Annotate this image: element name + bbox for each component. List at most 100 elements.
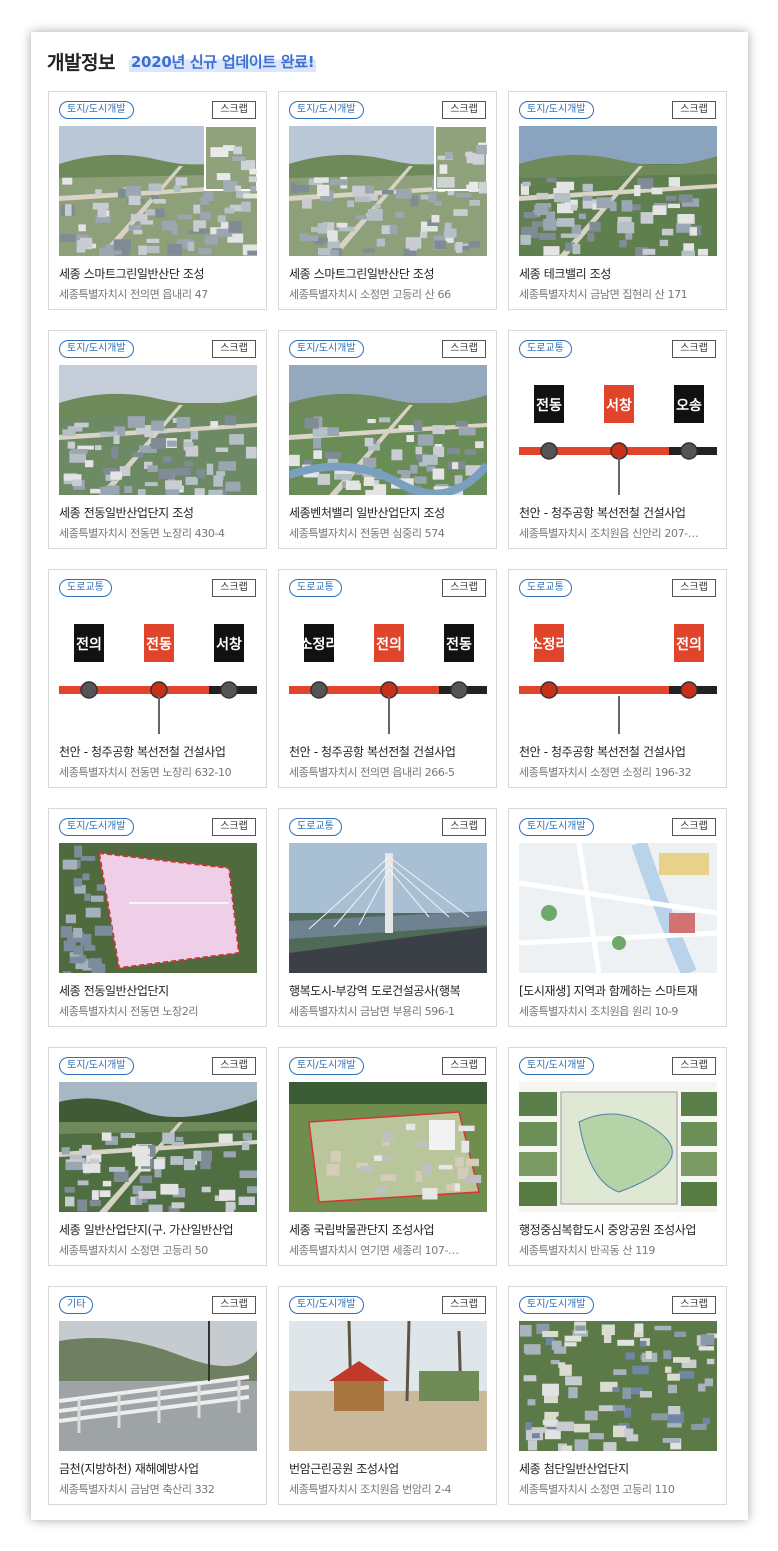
scrap-button[interactable]: 스크랩: [672, 1057, 716, 1075]
category-badge[interactable]: 기타: [59, 1296, 94, 1314]
project-thumbnail[interactable]: [289, 1082, 487, 1212]
project-card[interactable]: 도로교통 스크랩 행복도시-부강역 도로건설공사(행복 세종특별자치시 금남면 부용리…: [278, 808, 497, 1027]
project-title[interactable]: 금천(지방하천) 재해예방사업: [59, 1460, 259, 1477]
project-title[interactable]: 세종 국립박물관단지 조성사업: [289, 1221, 489, 1238]
scrap-button[interactable]: 스크랩: [212, 579, 256, 597]
project-title[interactable]: 세종 테크밸리 조성: [519, 265, 719, 282]
project-thumbnail[interactable]: [519, 126, 717, 256]
scrap-button[interactable]: 스크랩: [212, 340, 256, 358]
thumbnail-image[interactable]: [59, 126, 257, 256]
project-thumbnail[interactable]: [519, 1082, 717, 1212]
scrap-button[interactable]: 스크랩: [442, 579, 486, 597]
scrap-button[interactable]: 스크랩: [212, 818, 256, 836]
project-thumbnail[interactable]: [59, 1082, 257, 1212]
scrap-button[interactable]: 스크랩: [442, 818, 486, 836]
thumbnail-image[interactable]: [289, 365, 487, 495]
project-thumbnail[interactable]: [289, 126, 487, 256]
project-thumbnail[interactable]: [289, 365, 487, 495]
category-badge[interactable]: 토지/도시개발: [289, 340, 364, 358]
project-title[interactable]: 천안 - 청주공항 복선전철 건설사업: [289, 743, 489, 760]
category-badge[interactable]: 토지/도시개발: [519, 1296, 594, 1314]
project-card[interactable]: 기타 스크랩 금천(지방하천) 재해예방사업 세종특별자치시 금남면 축산리 332: [48, 1286, 267, 1505]
category-badge[interactable]: 토지/도시개발: [289, 101, 364, 119]
project-card[interactable]: 도로교통 스크랩 소정리 전의 전동 천안 - 청주공항 복선전철 건설사업 세종특별자치시…: [278, 569, 497, 788]
scrap-button[interactable]: 스크랩: [442, 1296, 486, 1314]
project-thumbnail[interactable]: [59, 1321, 257, 1451]
project-title[interactable]: [도시재생] 지역과 함께하는 스마트재: [519, 982, 719, 999]
scrap-button[interactable]: 스크랩: [672, 579, 716, 597]
category-badge[interactable]: 도로교통: [59, 579, 112, 597]
category-badge[interactable]: 도로교통: [519, 340, 572, 358]
scrap-button[interactable]: 스크랩: [442, 101, 486, 119]
scrap-button[interactable]: 스크랩: [672, 1296, 716, 1314]
project-thumbnail[interactable]: [59, 126, 257, 256]
scrap-button[interactable]: 스크랩: [672, 340, 716, 358]
project-card[interactable]: 토지/도시개발 스크랩 세종 국립박물관단지 조성사업 세종특별자치시 연기면 세종리…: [278, 1047, 497, 1266]
project-thumbnail[interactable]: [289, 843, 487, 973]
category-badge[interactable]: 토지/도시개발: [519, 101, 594, 119]
category-badge[interactable]: 토지/도시개발: [519, 1057, 594, 1075]
project-card[interactable]: 토지/도시개발 스크랩 세종 일반산업단지(구. 가산일반산업 세종특별자치시 소정면…: [48, 1047, 267, 1266]
thumbnail-image[interactable]: [519, 1321, 717, 1451]
project-thumbnail[interactable]: [59, 843, 257, 973]
project-title[interactable]: 세종 첨단일반산업단지: [519, 1460, 719, 1477]
project-card[interactable]: 도로교통 스크랩 전의 전동 서창 천안 - 청주공항 복선전철 건설사업 세종특별자치시 …: [48, 569, 267, 788]
project-card[interactable]: 토지/도시개발 스크랩 세종 스마트그린일반산단 조성 세종특별자치시 전의면 읍내리…: [48, 91, 267, 310]
thumbnail-image[interactable]: 전의 전동 서창: [59, 604, 257, 734]
thumbnail-image[interactable]: [59, 843, 257, 973]
project-title[interactable]: 세종 전동일반산업단지 조성: [59, 504, 259, 521]
project-card[interactable]: 도로교통 스크랩 소정리 전의 천안 - 청주공항 복선전철 건설사업 세종특별자치시 소…: [508, 569, 727, 788]
project-card[interactable]: 도로교통 스크랩 전동 서창 오송 천안 - 청주공항 복선전철 건설사업 세종특별자치시 …: [508, 330, 727, 549]
project-card[interactable]: 토지/도시개발 스크랩 [도시재생] 지역과 함께하는 스마트재 세종특별자치시 조치…: [508, 808, 727, 1027]
project-title[interactable]: 번암근린공원 조성사업: [289, 1460, 489, 1477]
category-badge[interactable]: 도로교통: [289, 818, 342, 836]
project-title[interactable]: 천안 - 청주공항 복선전철 건설사업: [519, 743, 719, 760]
category-badge[interactable]: 도로교통: [519, 579, 572, 597]
thumbnail-image[interactable]: 소정리 전의 전동: [289, 604, 487, 734]
scrap-button[interactable]: 스크랩: [212, 1057, 256, 1075]
project-card[interactable]: 토지/도시개발 스크랩 세종벤처밸리 일반산업단지 조성 세종특별자치시 전동면 심중…: [278, 330, 497, 549]
project-card[interactable]: 토지/도시개발 스크랩 세종 전동일반산업단지 조성 세종특별자치시 전동면 노장리 …: [48, 330, 267, 549]
project-thumbnail[interactable]: [289, 1321, 487, 1451]
project-card[interactable]: 토지/도시개발 스크랩 세종 전동일반산업단지 세종특별자치시 전동면 노장2리: [48, 808, 267, 1027]
project-title[interactable]: 천안 - 청주공항 복선전철 건설사업: [519, 504, 719, 521]
project-card[interactable]: 토지/도시개발 스크랩 세종 첨단일반산업단지 세종특별자치시 소정면 고등리 110: [508, 1286, 727, 1505]
project-thumbnail[interactable]: 전의 전동 서창: [59, 604, 257, 734]
project-card[interactable]: 토지/도시개발 스크랩 세종 스마트그린일반산단 조성 세종특별자치시 소정면 고등리…: [278, 91, 497, 310]
scrap-button[interactable]: 스크랩: [672, 818, 716, 836]
category-badge[interactable]: 토지/도시개발: [59, 101, 134, 119]
project-thumbnail[interactable]: 소정리 전의: [519, 604, 717, 734]
project-thumbnail[interactable]: 소정리 전의 전동: [289, 604, 487, 734]
project-title[interactable]: 세종벤처밸리 일반산업단지 조성: [289, 504, 489, 521]
thumbnail-image[interactable]: [519, 1082, 717, 1212]
project-card[interactable]: 토지/도시개발 스크랩 세종 테크밸리 조성 세종특별자치시 금남면 집현리 산 17…: [508, 91, 727, 310]
project-title[interactable]: 세종 전동일반산업단지: [59, 982, 259, 999]
thumbnail-image[interactable]: 소정리 전의: [519, 604, 717, 734]
project-thumbnail[interactable]: [519, 843, 717, 973]
thumbnail-image[interactable]: [289, 1082, 487, 1212]
thumbnail-image[interactable]: [59, 1082, 257, 1212]
project-card[interactable]: 토지/도시개발 스크랩 행정중심복합도시 중앙공원 조성사업 세종특별자치시 반곡동 …: [508, 1047, 727, 1266]
thumbnail-image[interactable]: [289, 126, 487, 256]
project-title[interactable]: 천안 - 청주공항 복선전철 건설사업: [59, 743, 259, 760]
thumbnail-image[interactable]: [519, 126, 717, 256]
project-title[interactable]: 세종 스마트그린일반산단 조성: [289, 265, 489, 282]
scrap-button[interactable]: 스크랩: [442, 1057, 486, 1075]
category-badge[interactable]: 토지/도시개발: [59, 1057, 134, 1075]
project-title[interactable]: 세종 스마트그린일반산단 조성: [59, 265, 259, 282]
project-thumbnail[interactable]: 전동 서창 오송: [519, 365, 717, 495]
thumbnail-image[interactable]: [289, 843, 487, 973]
scrap-button[interactable]: 스크랩: [442, 340, 486, 358]
thumbnail-image[interactable]: [519, 843, 717, 973]
category-badge[interactable]: 토지/도시개발: [59, 818, 134, 836]
thumbnail-image[interactable]: [59, 365, 257, 495]
scrap-button[interactable]: 스크랩: [212, 1296, 256, 1314]
scrap-button[interactable]: 스크랩: [212, 101, 256, 119]
category-badge[interactable]: 토지/도시개발: [289, 1057, 364, 1075]
project-title[interactable]: 행정중심복합도시 중앙공원 조성사업: [519, 1221, 719, 1238]
thumbnail-image[interactable]: 전동 서창 오송: [519, 365, 717, 495]
project-card[interactable]: 토지/도시개발 스크랩 번암근린공원 조성사업 세종특별자치시 조치원읍 번암리 2-…: [278, 1286, 497, 1505]
category-badge[interactable]: 토지/도시개발: [289, 1296, 364, 1314]
thumbnail-image[interactable]: [59, 1321, 257, 1451]
project-title[interactable]: 행복도시-부강역 도로건설공사(행복: [289, 982, 489, 999]
